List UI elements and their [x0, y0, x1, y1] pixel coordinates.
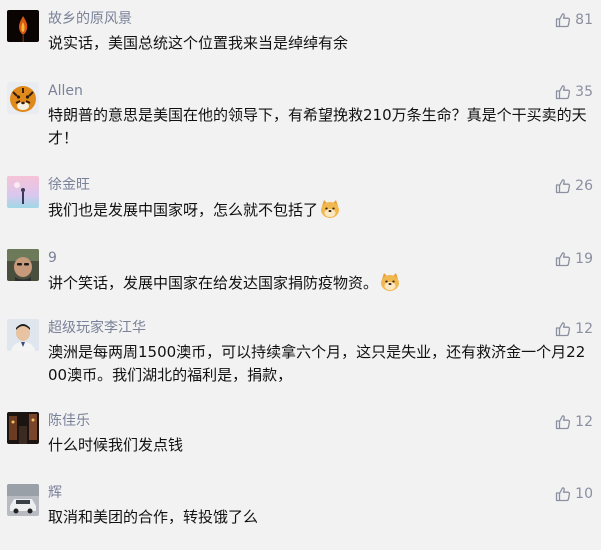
thumbs-up-icon: [556, 252, 571, 267]
thumbs-up-icon: [556, 415, 571, 430]
comment-text: 澳洲是每两周1500澳币，可以持续拿六个月，这只是失业，还有救济金一个月2200…: [48, 343, 586, 384]
like-button[interactable]: 19: [555, 249, 593, 269]
username[interactable]: 辉: [48, 483, 62, 503]
comment-text: 讲个笑话，发展中国家在给发达国家捐防疫物资。: [48, 274, 379, 292]
avatar[interactable]: [7, 82, 39, 114]
thumbs-up-icon: [556, 85, 571, 100]
avatar[interactable]: [7, 319, 39, 351]
like-count: 19: [575, 251, 593, 267]
like-button[interactable]: 10: [555, 484, 593, 504]
username[interactable]: 超级玩家李江华: [48, 318, 146, 338]
like-button[interactable]: 26: [555, 176, 593, 196]
username[interactable]: 陈佳乐: [48, 411, 90, 431]
like-count: 10: [575, 486, 593, 502]
like-count: 81: [575, 12, 593, 28]
avatar[interactable]: [7, 412, 39, 444]
thumbs-up-icon: [556, 487, 571, 502]
like-button[interactable]: 12: [555, 319, 593, 339]
avatar[interactable]: [7, 10, 39, 42]
like-count: 12: [575, 414, 593, 430]
username[interactable]: 徐金旺: [48, 175, 90, 195]
comment-text: 说实话，美国总统这个位置我来当是绰绰有余: [48, 34, 349, 52]
thumbs-up-icon: [556, 179, 571, 194]
avatar[interactable]: [7, 484, 39, 516]
comment-text: 取消和美团的合作，转投饿了么: [48, 508, 259, 526]
like-count: 12: [575, 321, 593, 337]
avatar[interactable]: [7, 249, 39, 281]
like-button[interactable]: 35: [555, 82, 593, 102]
comment-text: 特朗普的意思是美国在他的领导下，有希望挽救210万条生命？真是个干买卖的天才！: [48, 106, 587, 147]
like-button[interactable]: 12: [555, 412, 593, 432]
like-count: 35: [575, 84, 593, 100]
thumbs-up-icon: [556, 322, 571, 337]
doge-emoji-icon: [379, 271, 401, 300]
username[interactable]: Allen: [48, 81, 83, 101]
comment-text: 什么时候我们发点钱: [48, 436, 184, 454]
like-count: 26: [575, 178, 593, 194]
doge-emoji-icon: [319, 198, 341, 227]
avatar[interactable]: [7, 176, 39, 208]
username[interactable]: 9: [48, 248, 57, 268]
comment-text: 我们也是发展中国家呀，怎么就不包括了: [48, 201, 319, 219]
thumbs-up-icon: [556, 13, 571, 28]
like-button[interactable]: 81: [555, 10, 593, 30]
username[interactable]: 故乡的原风景: [48, 9, 132, 29]
